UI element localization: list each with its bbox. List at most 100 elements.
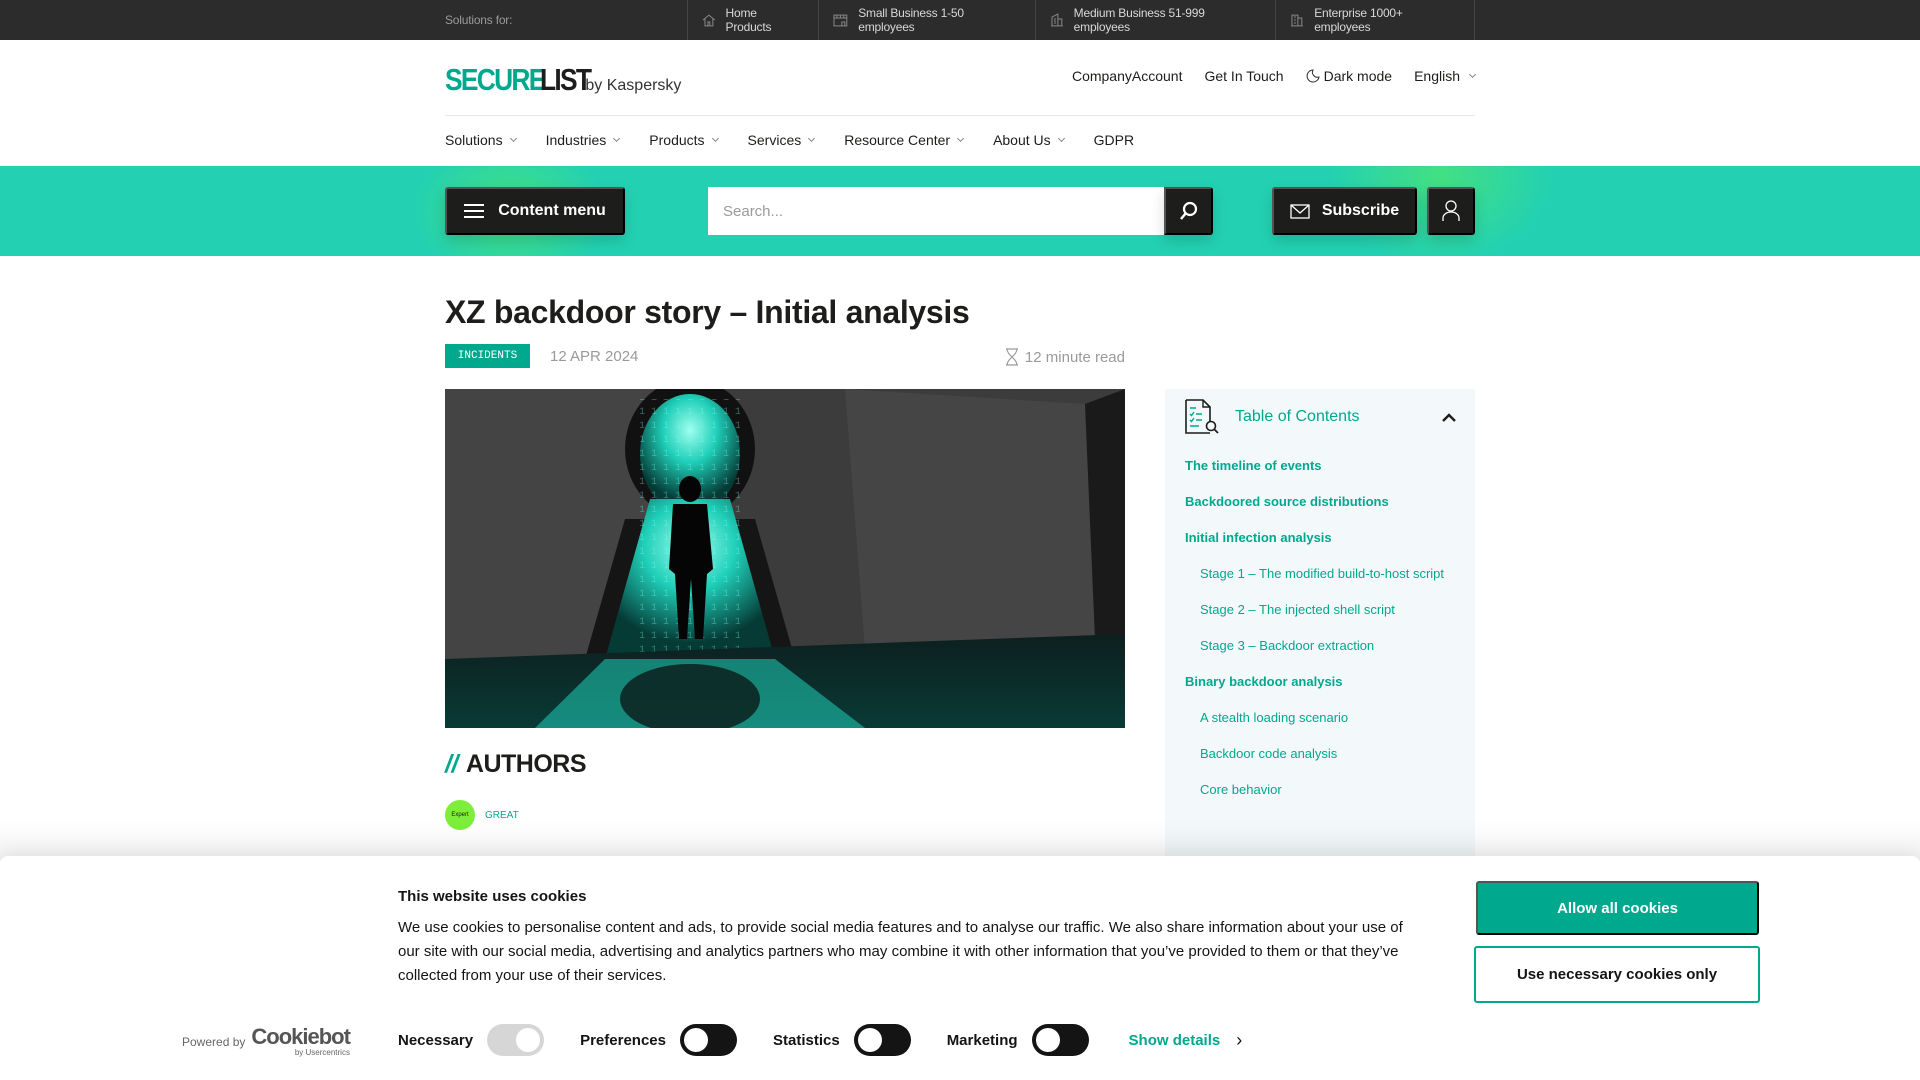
author-name: GREAT [485,809,519,821]
chevron-down-icon [613,134,621,143]
user-icon [1442,200,1460,221]
chevron-down-icon [1468,70,1477,79]
toggle-label: Preferences [580,1031,666,1049]
hamburger-icon [464,204,485,218]
nav-label: Products [649,132,705,148]
switch-knob [1035,1028,1060,1052]
toc-item[interactable]: Backdoored source distributions [1185,491,1455,512]
toc-item[interactable]: Stage 2 – The injected shell script [1185,599,1455,620]
toc-collapse-button[interactable] [1441,411,1457,426]
keyhole-matrix-illustration: 1 [445,389,1125,728]
site-header: SECURE LIST by Kaspersky CompanyAccount … [445,40,1477,166]
necessary-switch [487,1024,545,1056]
nav-industries[interactable]: Industries [546,132,621,148]
cookie-category-toggles: Necessary Preferences Statistics Marketi… [398,1024,1242,1056]
moon-icon [1306,69,1320,83]
nav-about-us[interactable]: About Us [993,132,1065,148]
allow-all-cookies-button[interactable]: Allow all cookies [1476,881,1759,935]
toc-header: Table of Contents [1185,399,1360,435]
publish-date: 12 APR 2024 [550,348,639,365]
chevron-down-icon [957,134,965,143]
topbar-small-business[interactable]: Small Business 1-50 employees [818,0,1034,40]
necessary-cookies-only-button[interactable]: Use necessary cookies only [1474,946,1760,1003]
powered-by-label: Powered by [182,1034,246,1049]
cookie-description: We use cookies to personalise content an… [398,919,1403,984]
nav-label: GDPR [1093,132,1135,148]
toggle-label: Statistics [772,1031,840,1049]
authors-heading-label: AUTHORS [465,750,587,778]
toc-item[interactable]: Binary backdoor analysis [1185,671,1455,692]
nav-services[interactable]: Services [748,132,816,148]
securelist-logo[interactable]: SECURE LIST by Kaspersky [445,62,681,98]
header-divider [445,115,1475,116]
toc-item[interactable]: A stealth loading scenario [1185,707,1455,728]
envelope-icon [1290,203,1310,219]
topbar-item-label: Home Products [725,6,772,34]
house-icon [702,13,715,26]
topbar-item-label: Small Business 1-50 employees [858,6,964,34]
nav-solutions[interactable]: Solutions [445,132,517,148]
logo-list: LIST [540,62,592,97]
switch-knob [516,1028,541,1052]
table-of-contents: Table of Contents The timeline of events… [1165,389,1475,869]
toggle-statistics: Statistics [773,1024,911,1056]
account-button[interactable] [1427,187,1475,235]
utility-nav: CompanyAccount Get In Touch Dark mode En… [1072,68,1477,84]
show-details-link[interactable]: Show details › [1129,1030,1243,1051]
solutions-for-label: Solutions for: [445,13,513,27]
category-tag[interactable]: INCIDENTS [445,344,530,368]
cookie-consent-banner: This website uses cookies We use cookies… [0,856,1920,1080]
switch-knob [857,1028,882,1052]
main-nav: Solutions Industries Products Services R… [445,132,1134,148]
topbar-item-label: Enterprise 1000+ employees [1314,6,1403,34]
cookie-title: This website uses cookies [398,888,587,905]
topbar-medium-business[interactable]: Medium Business 51-999 employees [1034,0,1276,40]
nav-label: Solutions [445,132,503,148]
authors-slashes: // [445,750,458,778]
show-details-label: Show details [1128,1031,1221,1049]
hero-image: 1 [445,389,1125,728]
dark-mode-label: Dark mode [1323,68,1393,84]
language-label: English [1414,68,1460,84]
topbar-enterprise[interactable]: Enterprise 1000+ employees [1275,0,1475,40]
chevron-down-icon [509,134,517,143]
toc-item[interactable]: Initial infection analysis [1185,527,1455,548]
nav-resource-center[interactable]: Resource Center [844,132,965,148]
search-icon [1179,201,1197,220]
toc-item[interactable]: Stage 3 – Backdoor extraction [1185,635,1455,656]
switch-knob [683,1028,708,1052]
shop-icon [833,14,848,26]
language-select[interactable]: English [1414,68,1477,84]
statistics-switch[interactable] [853,1024,911,1056]
get-in-touch-link[interactable]: Get In Touch [1204,68,1283,84]
nav-gdpr[interactable]: GDPR [1094,132,1134,148]
toc-item[interactable]: Stage 1 – The modified build-to-host scr… [1185,563,1455,584]
chevron-up-icon [1442,413,1456,422]
toc-title: Table of Contents [1235,408,1360,425]
article-title: XZ backdoor story – Initial analysis [445,294,970,330]
toc-item[interactable]: The timeline of events [1185,455,1455,476]
marketing-switch[interactable] [1031,1024,1089,1056]
content-menu-button[interactable]: Content menu [445,187,625,235]
subscribe-button[interactable]: Subscribe [1272,187,1417,235]
search-input[interactable] [708,187,1164,235]
search-band: Content menu Subscribe [0,166,1920,256]
preferences-switch[interactable] [679,1024,737,1056]
page: Solutions for: Home Products Small Busin… [0,0,1920,1080]
search-button[interactable] [1164,187,1213,235]
read-time-label: 12 minute read [1024,348,1125,366]
nav-products[interactable]: Products [649,132,719,148]
topbar-home-products[interactable]: Home Products [686,0,819,40]
toc-item[interactable]: Core behavior [1185,779,1455,800]
chevron-down-icon [711,134,719,143]
cookiebot-name: Cookiebot [251,1024,351,1049]
subscribe-label: Subscribe [1321,202,1400,219]
content-menu-label: Content menu [498,202,606,219]
nav-label: Resource Center [844,132,951,148]
logo-by-kaspersky: by Kaspersky [585,77,682,94]
authors-heading: // AUTHORS [445,750,587,779]
toc-item[interactable]: Backdoor code analysis [1185,743,1455,764]
cookiebot-branding[interactable]: Powered by Cookiebot by Usercentrics [182,1024,351,1058]
dark-mode-toggle[interactable]: Dark mode [1306,68,1392,84]
company-account-link[interactable]: CompanyAccount [1072,68,1183,84]
